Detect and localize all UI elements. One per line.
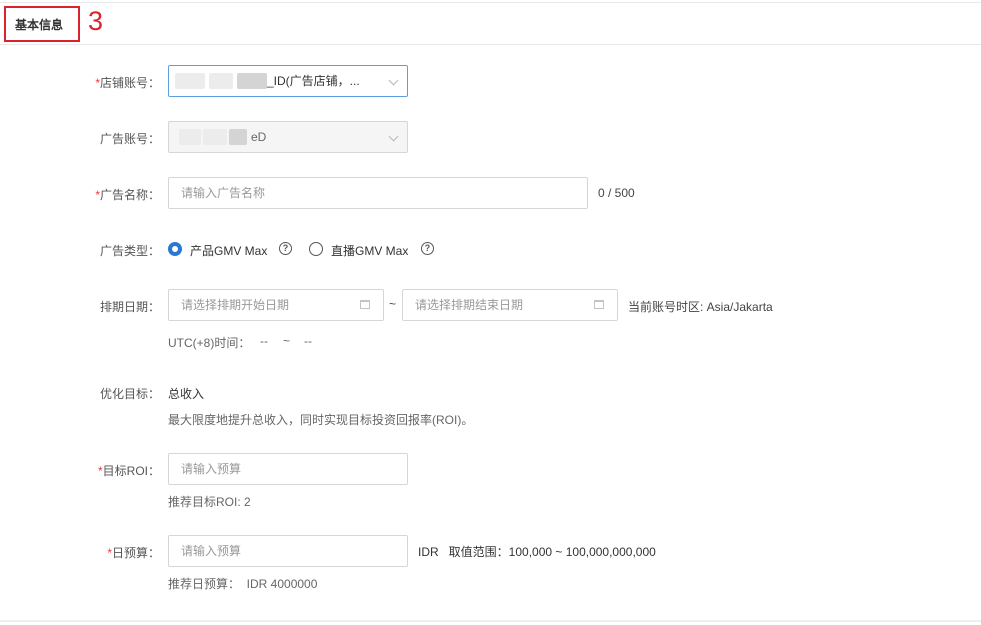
redacted-block <box>175 73 205 89</box>
goal-description: 最大限度地提升总收入，同时实现目标投资回报率(ROI)。 <box>168 413 474 427</box>
daily-budget-input[interactable]: 请输入预算 <box>168 535 408 567</box>
target-roi-placeholder: 请输入预算 <box>181 462 242 476</box>
schedule-end-placeholder: 请选择排期结束日期 <box>415 298 524 312</box>
redacted-block <box>229 129 247 145</box>
ad-account-label: 广告账号： <box>99 132 160 146</box>
daily-budget-placeholder: 请输入预算 <box>181 544 242 558</box>
utc-start: -- <box>260 334 268 348</box>
top-border <box>0 2 981 3</box>
radio-live-gmv-label[interactable]: 直播GMV Max <box>331 242 408 259</box>
schedule-separator: ~ <box>389 297 397 311</box>
timezone-note: 当前账号时区: Asia/Jakarta <box>628 300 773 314</box>
utc-separator: ~ <box>283 334 291 348</box>
help-icon[interactable]: ? <box>421 242 434 255</box>
shop-account-select[interactable]: _ID(广告店铺，... <box>168 65 408 97</box>
help-icon[interactable]: ? <box>279 242 292 255</box>
ad-name-input[interactable]: 请输入广告名称 <box>168 177 588 209</box>
redacted-block <box>179 129 201 145</box>
schedule-start-placeholder: 请选择排期开始日期 <box>181 298 290 312</box>
chevron-down-icon <box>388 75 399 86</box>
redacted-block <box>237 73 267 89</box>
goal-label: 优化目标： <box>99 387 160 401</box>
radio-product-gmv-label[interactable]: 产品GMV Max <box>190 242 267 259</box>
utc-end: -- <box>304 334 312 348</box>
annotation-box <box>4 6 80 42</box>
daily-budget-recommend: 推荐日预算： IDR 4000000 <box>168 577 318 591</box>
bottom-border <box>0 620 981 622</box>
ad-name-placeholder: 请输入广告名称 <box>181 186 266 200</box>
ad-name-counter: 0 / 500 <box>598 186 635 200</box>
daily-budget-label: *日预算： <box>107 546 160 560</box>
redacted-block <box>203 129 227 145</box>
radio-live-gmv[interactable] <box>309 242 323 256</box>
schedule-end-input[interactable]: 请选择排期结束日期 <box>402 289 618 321</box>
shop-account-label: *店铺账号： <box>95 76 160 90</box>
ad-name-label: *广告名称： <box>95 188 160 202</box>
ad-type-label: 广告类型： <box>99 244 160 258</box>
shop-account-value: _ID(广告店铺，... <box>267 74 360 88</box>
daily-budget-range: IDR 取值范围：100,000 ~ 100,000,000,000 <box>418 545 656 559</box>
redacted-block <box>209 73 233 89</box>
schedule-start-input[interactable]: 请选择排期开始日期 <box>168 289 384 321</box>
schedule-label: 排期日期： <box>99 300 160 314</box>
ad-account-value: eD <box>251 130 267 144</box>
ad-account-select[interactable]: eD <box>168 121 408 153</box>
annotation-number: 3 <box>88 6 104 36</box>
radio-product-gmv[interactable] <box>168 242 182 256</box>
calendar-icon <box>594 300 604 309</box>
target-roi-input[interactable]: 请输入预算 <box>168 453 408 485</box>
target-roi-recommend: 推荐目标ROI: 2 <box>168 495 251 509</box>
chevron-down-icon <box>388 131 399 142</box>
section-divider <box>0 44 981 45</box>
calendar-icon <box>360 300 370 309</box>
utc-label: UTC(+8)时间： <box>168 336 251 350</box>
target-roi-label: *目标ROI： <box>97 464 160 478</box>
goal-value: 总收入 <box>168 387 205 401</box>
